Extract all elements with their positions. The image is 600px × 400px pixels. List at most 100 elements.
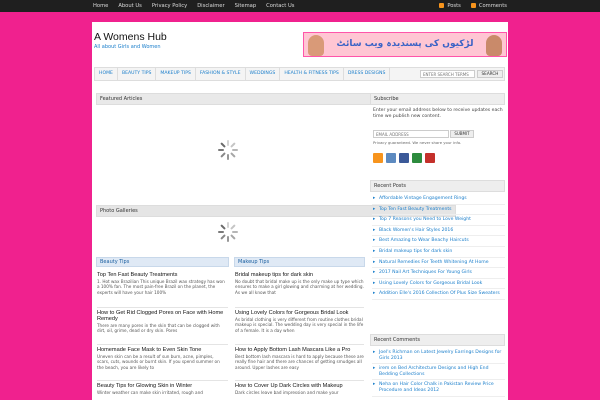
post-excerpt: There are many pores in the skin that ca… <box>97 323 220 334</box>
search-input[interactable] <box>420 70 475 78</box>
spinner-segment <box>232 231 238 233</box>
divider <box>235 344 364 345</box>
beauty-post: Homemade Face Mask to Even Skin Tone Une… <box>97 347 227 370</box>
recent-post-link[interactable]: Top Ten Fast Beauty Treatments <box>372 205 505 216</box>
makeup-post: Using Lovely Colors for Gorgeous Bridal … <box>235 310 365 333</box>
recent-comment-link[interactable]: Neha on Hair Color Chalk in Pakistan Rev… <box>372 380 505 397</box>
recent-post-link[interactable]: 2017 Nail Art Techniques For Young Girls <box>372 268 505 279</box>
recent-post-link[interactable]: Addition Elle's 2016 Collection Of Plus … <box>372 289 505 300</box>
featured-articles-title: Featured Articles <box>100 96 143 102</box>
post-title[interactable]: How to Cover Up Dark Circles with Makeup <box>235 383 343 389</box>
subscribe-text: Enter your email address below to receiv… <box>373 108 503 119</box>
feed-links: Posts Comments <box>439 0 507 12</box>
divider <box>97 380 228 381</box>
photo-galleries-title: Photo Galleries <box>100 208 138 214</box>
posts-feed-label: Posts <box>447 3 461 9</box>
page-wrapper: A Womens Hub All about Girls and Women ل… <box>92 22 508 400</box>
recent-comment-link[interactable]: Joel's Richman on Latest Jewelry Earring… <box>372 348 505 365</box>
recent-post-link[interactable]: Affordable Vintage Engagement Rings <box>372 194 505 205</box>
spinner-segment <box>227 236 229 242</box>
facebook-icon[interactable] <box>399 153 409 163</box>
recent-post-link[interactable]: Natural Remedies For Teeth Whitening At … <box>372 258 505 269</box>
spinner-segment <box>230 224 236 230</box>
spinner-segment <box>227 222 229 228</box>
post-title[interactable]: Homemade Face Mask to Even Skin Tone <box>97 347 201 353</box>
rss-icon <box>439 3 445 8</box>
main-navigation: HOME BEAUTY TIPS MAKEUP TIPS FASHION & S… <box>94 67 505 81</box>
post-excerpt: No doubt that bridal make up is the only… <box>235 279 364 295</box>
site-title[interactable]: A Womens Hub <box>94 31 167 43</box>
email-icon[interactable] <box>386 153 396 163</box>
post-title[interactable]: Bridal makeup tips for dark skin <box>235 272 313 278</box>
nav-health-fitness[interactable]: HEALTH & FITNESS TIPS <box>280 68 344 80</box>
site-tagline: All about Girls and Women <box>94 44 161 50</box>
post-excerpt: 1. Hot wax Brazilian This unique Brazil … <box>97 279 225 295</box>
beauty-post: Top Ten Fast Beauty Treatments 1. Hot wa… <box>97 272 227 295</box>
top-nav-home[interactable]: Home <box>93 0 108 12</box>
nav-makeup-tips[interactable]: MAKEUP TIPS <box>156 68 196 80</box>
recent-post-link[interactable]: Using Lovely Colors for Gorgeous Bridal … <box>372 279 505 290</box>
recent-post-link[interactable]: Bridal makeup tips for dark skin <box>372 247 505 258</box>
nav-weddings[interactable]: WEDDINGS <box>246 68 281 80</box>
nav-dress-designs[interactable]: DRESS DESIGNS <box>344 68 391 80</box>
post-title[interactable]: Top Ten Fast Beauty Treatments <box>97 272 177 278</box>
divider <box>97 344 228 345</box>
comments-feed-link[interactable]: Comments <box>470 0 507 12</box>
makeup-tips-header: Makeup Tips <box>234 257 365 267</box>
recent-comment-link[interactable]: irem on Bed Architecture Designs and Hig… <box>372 364 505 381</box>
spinner-segment <box>220 152 226 158</box>
spinner-segment <box>230 142 236 148</box>
spinner-segment <box>220 142 226 148</box>
top-nav-about-us[interactable]: About Us <box>118 0 142 12</box>
top-nav-disclaimer[interactable]: Disclaimer <box>197 0 224 12</box>
spinner-segment <box>218 231 224 233</box>
top-bar: Home About Us Privacy Policy Disclaimer … <box>0 0 600 12</box>
spinner-segment <box>227 154 229 160</box>
top-nav-sitemap[interactable]: Sitemap <box>235 0 257 12</box>
post-excerpt: Winter weather can make skin irritated, … <box>97 390 203 395</box>
divider <box>235 380 364 381</box>
spinner-segment <box>218 149 224 151</box>
beauty-post: Beauty Tips for Glowing Skin in Winter W… <box>97 383 227 395</box>
youtube-icon[interactable] <box>425 153 435 163</box>
post-excerpt: As bridal clothing is very different fro… <box>235 317 364 333</box>
post-title[interactable]: How to Get Rid Clogged Pores on Face wit… <box>97 310 223 322</box>
subscribe-header: Subscribe <box>370 93 505 105</box>
post-title[interactable]: Beauty Tips for Glowing Skin in Winter <box>97 383 192 389</box>
makeup-post: How to Cover Up Dark Circles with Makeup… <box>235 383 365 395</box>
nav-beauty-tips[interactable]: BEAUTY TIPS <box>118 68 157 80</box>
social-icons <box>373 153 435 163</box>
delicious-icon[interactable] <box>412 153 422 163</box>
recent-post-link[interactable]: Best Amazing to Wear Beachy Haircuts <box>372 236 505 247</box>
email-field[interactable] <box>373 130 449 138</box>
beauty-tips-header: Beauty Tips <box>96 257 229 267</box>
spinner-segment <box>230 234 236 240</box>
post-title[interactable]: Using Lovely Colors for Gorgeous Bridal … <box>235 310 348 316</box>
post-excerpt: Dark circles leave bad impression and ma… <box>235 390 339 395</box>
comments-feed-label: Comments <box>478 3 507 9</box>
spinner-segment <box>227 140 229 146</box>
post-excerpt: Uneven skin can be a result of sun burn,… <box>97 354 220 370</box>
nav-fashion-style[interactable]: FASHION & STYLE <box>196 68 246 80</box>
recent-post-link[interactable]: Black Women's Hair Styles 2016 <box>372 226 505 237</box>
search-button[interactable]: SEARCH <box>477 70 503 78</box>
header-banner[interactable]: لڑکیوں کی پسندیدہ ویب سائٹ <box>303 32 507 57</box>
makeup-post: Bridal makeup tips for dark skin No doub… <box>235 272 365 295</box>
recent-posts-list: Affordable Vintage Engagement RingsTop T… <box>372 194 505 300</box>
woman-face-image <box>308 35 324 56</box>
rss-icon[interactable] <box>373 153 383 163</box>
top-navigation: Home About Us Privacy Policy Disclaimer … <box>93 0 294 12</box>
top-nav-privacy-policy[interactable]: Privacy Policy <box>152 0 187 12</box>
spinner-segment <box>230 152 236 158</box>
post-title[interactable]: How to Apply Bottom Lash Mascara Like a … <box>235 347 350 353</box>
makeup-post: How to Apply Bottom Lash Mascara Like a … <box>235 347 365 370</box>
recent-post-link[interactable]: Top 7 Reasons you Need to Love Weight <box>372 215 505 226</box>
submit-button[interactable]: SUBMIT <box>450 130 474 138</box>
recent-comments-list: Joel's Richman on Latest Jewelry Earring… <box>372 348 505 397</box>
nav-home[interactable]: HOME <box>95 68 118 80</box>
top-nav-contact-us[interactable]: Contact Us <box>266 0 294 12</box>
loading-spinner-icon <box>218 140 238 160</box>
posts-feed-link[interactable]: Posts <box>439 0 461 12</box>
woman-face-image <box>486 35 502 56</box>
divider <box>97 307 228 308</box>
